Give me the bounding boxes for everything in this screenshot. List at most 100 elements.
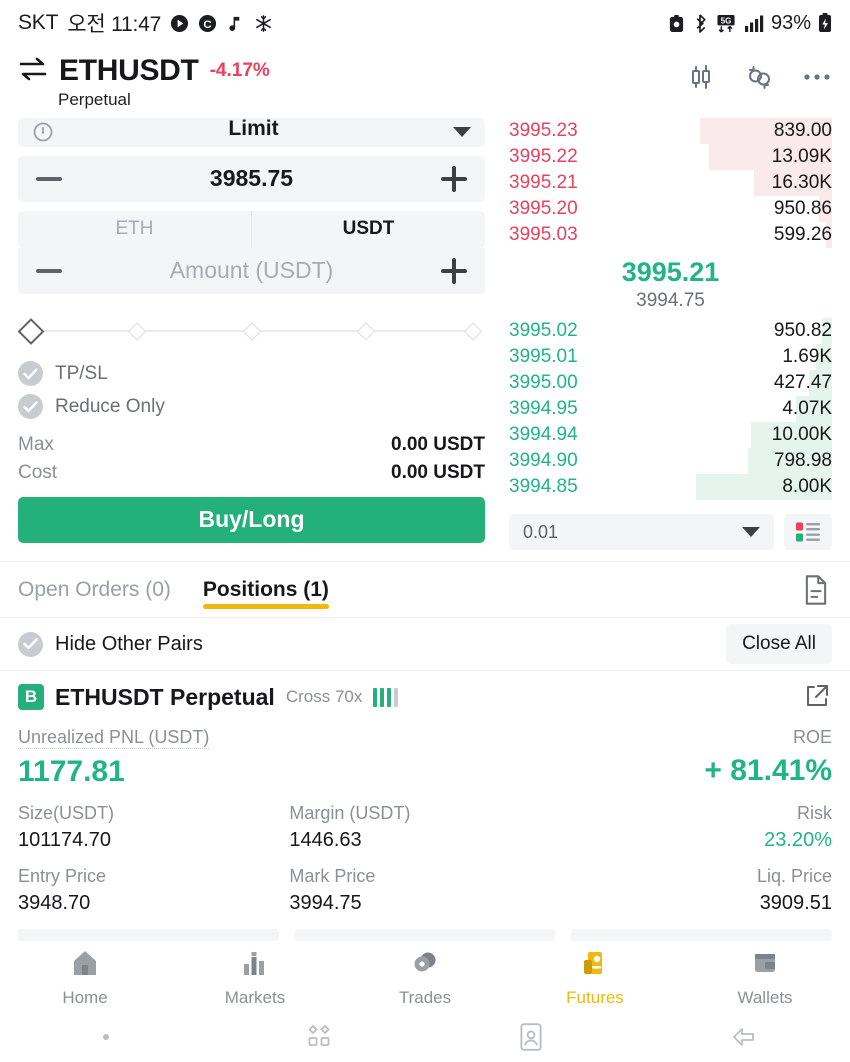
slider-tick-50[interactable] <box>242 321 261 341</box>
orderbook-bid-row[interactable]: 3994.90 798.98 <box>509 448 832 474</box>
tick-size-value: 0.01 <box>523 521 559 542</box>
orderbook-bid-row[interactable]: 3994.95 4.07K <box>509 396 832 422</box>
ask-price: 3995.20 <box>509 198 578 219</box>
tab-positions[interactable]: Positions (1) <box>202 562 329 618</box>
orderbook-footer: 0.01 <box>509 514 832 550</box>
action-button-placeholder[interactable] <box>294 929 556 942</box>
slider-track-area[interactable] <box>17 317 483 345</box>
reduce-only-checkbox-row[interactable]: Reduce Only <box>18 390 485 423</box>
back-arrow-icon[interactable] <box>638 1022 850 1052</box>
candlestick-chart-icon[interactable] <box>686 62 716 92</box>
ask-qty: 839.00 <box>773 120 832 141</box>
pair-info[interactable]: ETHUSDT -4.17% Perpetual <box>18 54 270 110</box>
roe-label: ROE <box>792 727 832 748</box>
currency-tab-eth[interactable]: ETH <box>18 211 251 248</box>
orderbook-bid-row[interactable]: 3995.02 950.82 <box>509 318 832 344</box>
bid-price: 3994.85 <box>509 476 578 497</box>
currency-tab-usdt[interactable]: USDT <box>251 211 485 248</box>
position-leverage-label[interactable]: Cross 70x <box>286 687 363 707</box>
nav-item-wallets[interactable]: Wallets <box>680 946 850 1008</box>
chevron-down-icon[interactable] <box>742 527 760 537</box>
nav-item-home[interactable]: Home <box>0 946 170 1008</box>
signal-bars-icon <box>744 14 764 32</box>
info-icon[interactable] <box>32 121 54 143</box>
nav-item-markets[interactable]: Markets <box>170 946 340 1008</box>
cost-row: Cost 0.00 USDT <box>18 459 485 487</box>
bid-qty: 8.00K <box>782 476 832 497</box>
amount-slider[interactable] <box>17 304 485 358</box>
cost-label: Cost <box>18 461 58 483</box>
pnl-block: Unrealized PNL (USDT) 1177.81 <box>18 727 210 789</box>
buy-long-button[interactable]: Buy/Long <box>18 496 485 543</box>
share-external-icon[interactable] <box>804 683 832 711</box>
metric-label: Size(USDT) <box>18 803 115 824</box>
tpsl-checkbox-row[interactable]: TP/SL <box>18 358 485 391</box>
ask-price: 3995.23 <box>509 120 578 141</box>
amount-increment-button[interactable] <box>441 257 467 284</box>
order-type-label: Limit <box>228 118 279 141</box>
orderbook-ask-row[interactable]: 3995.03 599.26 <box>509 222 832 248</box>
price-stepper[interactable]: 3985.75 <box>18 155 485 203</box>
contact-card-icon[interactable] <box>425 1021 638 1053</box>
trade-panel: Limit 3985.75 ETH USDT Amount (USDT) TP/… <box>0 118 850 550</box>
recents-icon[interactable] <box>213 1023 426 1051</box>
price-increment-button[interactable] <box>441 165 467 192</box>
bid-qty: 950.82 <box>773 320 832 341</box>
close-all-button[interactable]: Close All <box>726 624 832 665</box>
bottom-navigation: Home Markets Trades Futures Wallets <box>0 941 850 1013</box>
orderbook-bid-row[interactable]: 3995.01 1.69K <box>509 344 832 370</box>
price-input[interactable]: 3985.75 <box>62 165 441 192</box>
swap-arrows-icon[interactable] <box>18 56 48 87</box>
orders-positions-tabs: Open Orders (0) Positions (1) <box>0 562 850 618</box>
orderbook-bid-row[interactable]: 3995.00 427.47 <box>509 370 832 396</box>
amount-input[interactable]: Amount (USDT) <box>62 257 441 284</box>
price-decrement-button[interactable] <box>36 176 62 181</box>
action-button-placeholder[interactable] <box>18 929 279 942</box>
battery-charging-icon <box>818 13 832 33</box>
orderbook-bid-row[interactable]: 3994.85 8.00K <box>509 474 832 500</box>
clock-label: 오전 11:47 <box>67 13 162 36</box>
orderbook-mid: 3995.21 3994.75 <box>509 248 832 318</box>
order-history-icon[interactable] <box>802 574 832 606</box>
last-price: 3995.21 <box>621 257 720 287</box>
bid-price: 3994.90 <box>509 450 578 471</box>
nav-item-futures[interactable]: Futures <box>510 946 680 1008</box>
metric-value: 3909.51 <box>759 892 832 915</box>
page-title: ETHUSDT <box>59 54 199 87</box>
metric-value: 1446.63 <box>289 829 362 852</box>
metric-label: Liq. Price <box>756 866 832 887</box>
checkbox-icon[interactable] <box>18 394 43 420</box>
orderbook-bid-row[interactable]: 3994.94 10.00K <box>509 422 832 448</box>
orderbook-ask-row[interactable]: 3995.20 950.86 <box>509 196 832 222</box>
tick-size-select[interactable]: 0.01 <box>509 514 774 550</box>
music-note-icon <box>226 14 245 33</box>
funds-transfer-icon[interactable] <box>744 62 774 92</box>
tab-open-orders[interactable]: Open Orders (0) <box>18 562 171 618</box>
amount-decrement-button[interactable] <box>36 268 62 273</box>
bid-qty: 10.00K <box>771 424 832 445</box>
mark-price: 3994.75 <box>636 290 705 311</box>
chevron-down-icon[interactable] <box>453 127 471 138</box>
checkbox-icon[interactable] <box>18 361 43 387</box>
orderbook-ask-row[interactable]: 3995.22 13.09K <box>509 144 832 170</box>
slider-tick-100[interactable] <box>463 321 483 341</box>
more-options-icon[interactable] <box>802 62 832 92</box>
orderbook-ask-row[interactable]: 3995.21 16.30K <box>509 170 832 196</box>
metric-mark-price: Mark Price 3994.75 <box>289 866 560 915</box>
order-type-selector[interactable]: Limit <box>18 118 485 147</box>
checkbox-icon[interactable] <box>18 631 43 657</box>
slider-handle[interactable] <box>17 317 45 345</box>
amount-stepper[interactable]: Amount (USDT) <box>18 247 485 294</box>
ask-qty: 950.86 <box>773 198 832 219</box>
position-pair-label: ETHUSDT Perpetual <box>55 683 275 710</box>
slider-tick-75[interactable] <box>357 321 376 341</box>
futures-icon <box>580 946 610 980</box>
nav-item-trades[interactable]: Trades <box>340 946 510 1008</box>
orderbook-ask-row[interactable]: 3995.23 839.00 <box>509 118 832 144</box>
slider-tick-25[interactable] <box>127 321 146 341</box>
alarm-icon <box>668 14 685 33</box>
orderbook-layout-icon[interactable] <box>784 514 832 550</box>
action-button-placeholder[interactable] <box>571 929 833 942</box>
metric-size: Size(USDT) 101174.70 <box>18 803 289 852</box>
bid-qty: 427.47 <box>773 372 832 393</box>
